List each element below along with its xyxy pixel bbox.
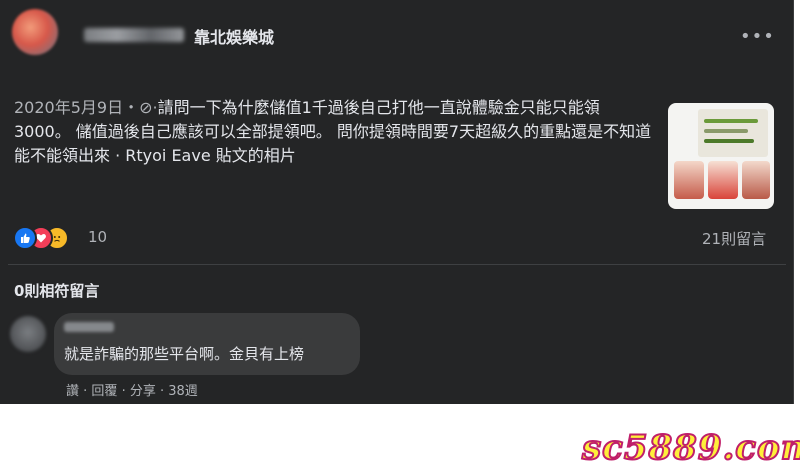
thumbnail-figure (708, 161, 738, 199)
more-options-icon[interactable]: ••• (740, 26, 775, 47)
thumbnail-bar (704, 139, 754, 143)
comment-count-link[interactable]: 21則留言 (702, 228, 766, 249)
comment-filter-label: 0則相符留言 (14, 282, 100, 300)
action-separator: · (117, 384, 130, 399)
site-watermark: sc5889.com (581, 427, 800, 469)
group-avatar[interactable] (12, 9, 58, 55)
thumbnail-figure (674, 161, 704, 199)
thumbnail-figure (742, 161, 770, 199)
group-name-link[interactable]: 靠北娛樂城 (194, 24, 274, 48)
comment-actions: 讚 · 回覆 · 分享 · 38週 (66, 380, 198, 399)
comment-reply-button[interactable]: 回覆 (91, 384, 117, 399)
like-icon (13, 226, 37, 250)
action-separator: · (79, 384, 92, 399)
post-date[interactable]: 2020年5月9日 (14, 98, 123, 117)
commenter-avatar[interactable] (10, 316, 46, 352)
comment-bubble: 就是詐騙的那些平台啊。金貝有上榜 (54, 313, 360, 375)
thumbnail-screenshot (698, 109, 768, 157)
post-photo-thumbnail[interactable] (668, 103, 774, 209)
section-divider (8, 264, 786, 265)
comment-share-button[interactable]: 分享 (130, 384, 156, 399)
blurred-commenter-name[interactable] (64, 322, 114, 332)
comment-timestamp[interactable]: 38週 (168, 384, 198, 399)
blurred-poster-name[interactable] (84, 28, 184, 42)
post-body: 2020年5月9日・⊘·請問一下為什麼儲值1千過後自己打他一直說體驗金只能只能領… (14, 96, 654, 168)
reaction-count[interactable]: 10 (88, 228, 107, 246)
date-separator: ・ (123, 98, 140, 117)
action-separator: · (155, 384, 169, 399)
comment-text: 就是詐騙的那些平台啊。金貝有上榜 (64, 345, 305, 363)
privacy-icon: ⊘ (139, 98, 153, 117)
post-card: 靠北娛樂城 ••• 2020年5月9日・⊘·請問一下為什麼儲值1千過後自己打他一… (0, 0, 794, 404)
comment-like-button[interactable]: 讚 (66, 384, 79, 399)
thumbnail-bar (704, 119, 758, 123)
thumbnail-bar (704, 129, 748, 133)
